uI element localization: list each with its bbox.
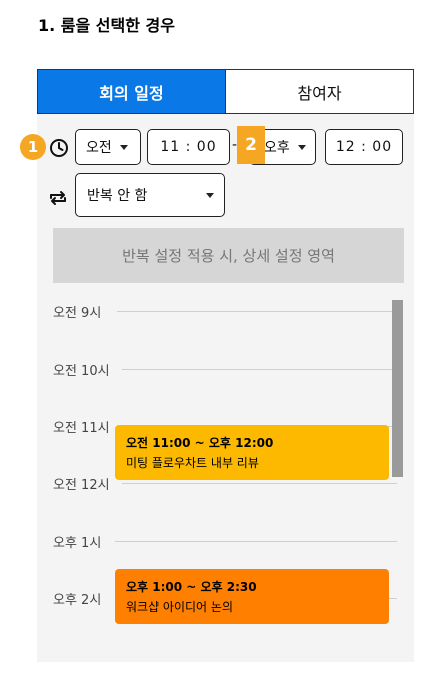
time-label: 오전 9시 xyxy=(53,306,102,321)
time-label: 오후 2시 xyxy=(53,593,102,608)
time-label: 오전 11시 xyxy=(53,421,110,436)
hour-line xyxy=(115,541,397,542)
time-label: 오전 10시 xyxy=(53,364,110,379)
time-label: 오후 1시 xyxy=(53,536,102,551)
start-time-value: 11 : 00 xyxy=(160,139,217,155)
chevron-down-icon xyxy=(119,144,128,150)
repeat-icon xyxy=(50,191,66,205)
event-title: 워크샵 아이디어 논의 xyxy=(126,600,233,614)
annotation-badge-1: 1 xyxy=(20,134,46,160)
event-title: 미팅 플로우차트 내부 리뷰 xyxy=(126,456,259,470)
start-ampm-value: 오전 xyxy=(86,140,112,156)
end-time-field[interactable]: 12 : 00 xyxy=(325,129,403,165)
hour-line xyxy=(122,483,397,484)
repeat-value: 반복 안 함 xyxy=(87,188,148,204)
time-label: 오전 12시 xyxy=(53,478,110,493)
event-card[interactable]: 오후 1:00 ~ 오후 2:30 워크샵 아이디어 논의 xyxy=(115,569,389,624)
tab-bar: 회의 일정 참여자 xyxy=(37,69,414,114)
clock-icon xyxy=(50,139,68,157)
chevron-down-icon xyxy=(206,192,214,198)
annotation-badge-2: 2 xyxy=(237,126,265,164)
start-time-field[interactable]: 11 : 00 xyxy=(147,129,230,165)
event-time: 오후 1:00 ~ 오후 2:30 xyxy=(126,580,257,594)
repeat-select[interactable]: 반복 안 함 xyxy=(75,173,225,217)
hour-line xyxy=(122,369,397,370)
page-title: 1. 룸을 선택한 경우 xyxy=(38,16,175,35)
end-time-value: 12 : 00 xyxy=(335,139,393,155)
hour-line xyxy=(117,311,397,312)
meeting-panel: 회의 일정 참여자 1 오전 11 : 00 - 오후 2 12 : 00 반복… xyxy=(20,69,414,662)
start-ampm-select[interactable]: 오전 xyxy=(75,129,141,165)
event-time: 오전 11:00 ~ 오후 12:00 xyxy=(126,436,274,450)
repeat-detail-area: 반복 설정 적용 시, 상세 설정 영역 xyxy=(53,228,404,283)
tab-meeting-schedule[interactable]: 회의 일정 xyxy=(38,70,225,113)
end-ampm-value: 오후 xyxy=(264,140,290,156)
tab-participants[interactable]: 참여자 xyxy=(225,70,413,113)
timeline-scrollbar[interactable] xyxy=(392,300,403,477)
event-card[interactable]: 오전 11:00 ~ 오후 12:00 미팅 플로우차트 내부 리뷰 xyxy=(115,425,389,480)
chevron-down-icon xyxy=(297,144,306,150)
